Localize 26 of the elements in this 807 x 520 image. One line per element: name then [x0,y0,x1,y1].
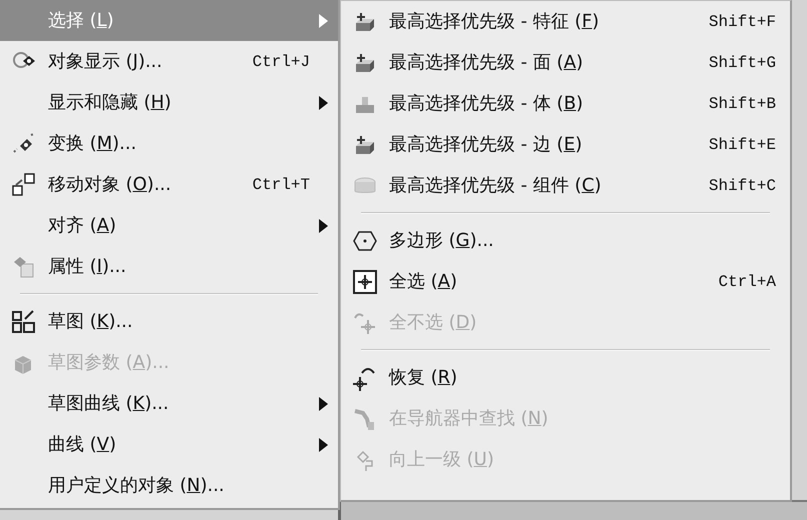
menu-item[interactable]: 最高选择优先级 - 体 (B) Shift+B [341,83,790,124]
menu-item[interactable]: 移动对象 (O)... Ctrl+T [0,164,338,205]
menu-item[interactable]: 草图曲线 (K)... [0,383,338,424]
menu-item[interactable]: 最高选择优先级 - 边 (E) Shift+E [341,124,790,165]
menu-item[interactable]: 最高选择优先级 - 组件 (C) Shift+C [341,165,790,206]
menu-item[interactable]: 变换 (M)... [0,123,338,164]
sketch-icon [11,308,37,334]
submenu-arrow-icon [319,218,328,232]
submenu-arrow-icon [319,438,328,452]
submenu-arrow-icon [319,396,328,410]
menu-item[interactable]: 属性 (I)... [0,246,338,287]
submenu-arrow-icon [319,14,328,28]
crosshair-box-icon [352,268,378,294]
menu-item[interactable]: 对象显示 (J)... Ctrl+J [0,41,338,82]
menu-item[interactable]: 对齐 (A) [0,205,338,246]
menu-item[interactable]: 全选 (A) Ctrl+A [341,261,790,302]
menu-item[interactable]: 最高选择优先级 - 特征 (F) Shift+F [341,1,790,42]
move-objects-icon [11,172,37,198]
menu-item[interactable]: 用户定义的对象 (N)... [0,465,338,506]
submenu-arrow-icon [319,96,328,110]
menu-item[interactable]: 恢复 (R) [341,357,790,398]
menu-item[interactable]: 草图 (K)... [0,301,338,342]
menu-item[interactable]: 显示和隐藏 (H) [0,82,338,123]
menu-item[interactable]: 最高选择优先级 - 面 (A) Shift+G [341,42,790,83]
menu-item[interactable]: 多边形 (G)... [341,220,790,261]
menu-item[interactable]: 曲线 (V) [0,424,338,465]
